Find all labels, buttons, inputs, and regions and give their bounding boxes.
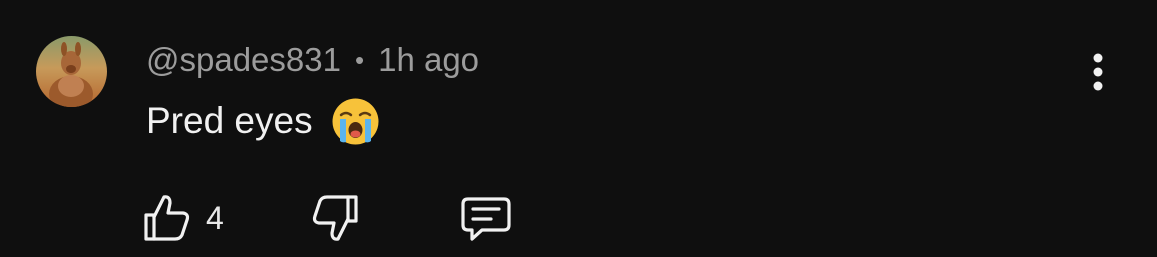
loudly-crying-face-icon	[331, 97, 380, 146]
comment-icon	[461, 197, 511, 241]
dislike-button[interactable]	[310, 192, 362, 244]
avatar[interactable]	[36, 36, 107, 107]
thumbs-up-icon	[144, 195, 190, 241]
vertical-ellipsis-icon	[1093, 53, 1103, 91]
more-options-button[interactable]	[1080, 50, 1116, 94]
author-name[interactable]: @spades831	[146, 41, 341, 79]
avatar-image	[36, 36, 107, 107]
comment-body: Pred eyes	[146, 100, 313, 141]
comment-header: @spades831 • 1h ago	[146, 40, 479, 80]
separator-dot: •	[354, 44, 365, 75]
comment-thread-item: @spades831 • 1h ago Pred eyes 4	[0, 0, 1157, 257]
comment-text: Pred eyes	[146, 98, 380, 144]
like-button[interactable]: 4	[140, 192, 224, 244]
thumbs-down-icon	[312, 195, 358, 241]
reply-button[interactable]	[458, 192, 514, 244]
timestamp: 1h ago	[378, 41, 480, 78]
like-count: 4	[206, 199, 224, 236]
